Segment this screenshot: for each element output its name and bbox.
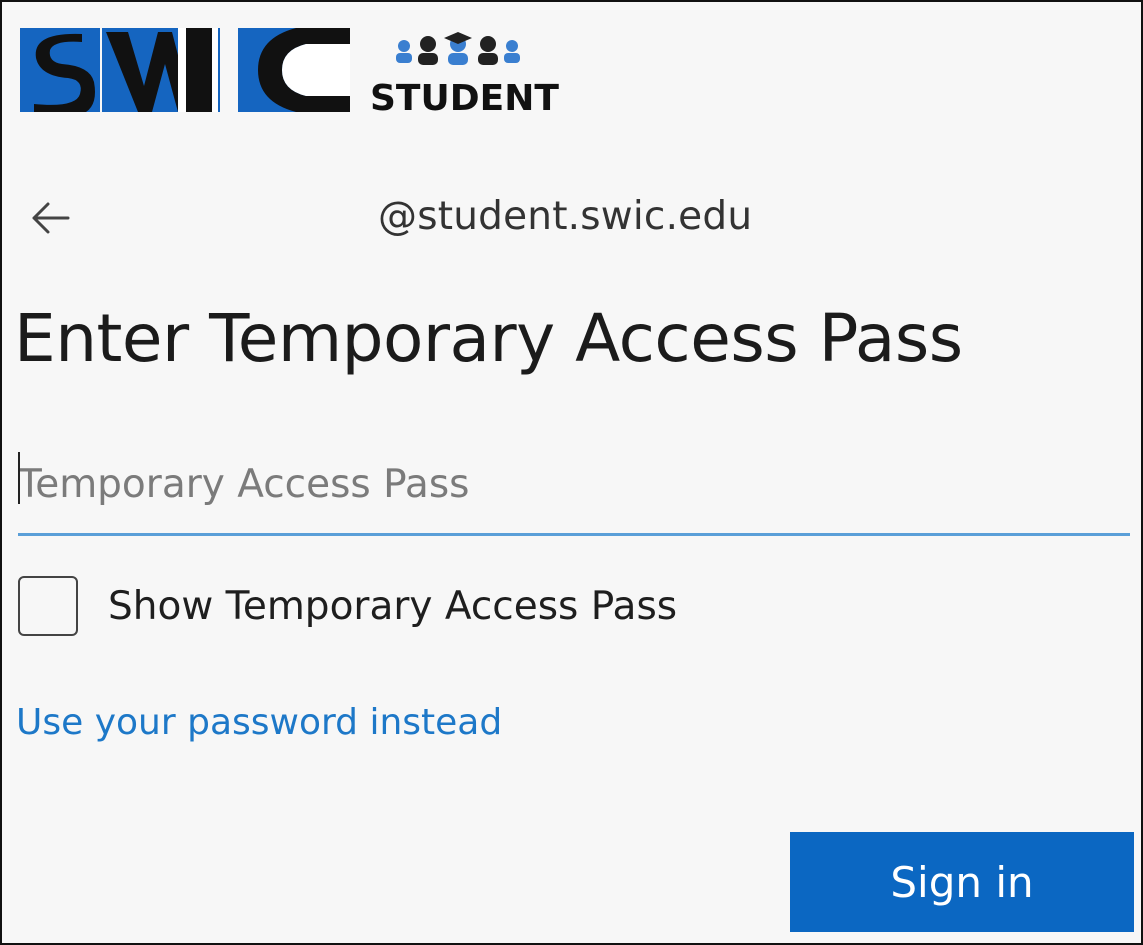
back-button[interactable] <box>28 198 72 238</box>
temporary-access-pass-input[interactable] <box>18 442 1130 536</box>
show-pass-label[interactable]: Show Temporary Access Pass <box>108 584 677 629</box>
page-title: Enter Temporary Access Pass <box>14 300 963 377</box>
sign-in-panel: STUDENT @student.swic.edu Enter Temporar… <box>0 0 1143 945</box>
account-identity: @student.swic.edu <box>378 194 753 239</box>
arrow-left-icon <box>32 202 70 234</box>
use-password-link[interactable]: Use your password instead <box>16 702 502 743</box>
sign-in-button[interactable]: Sign in <box>790 832 1134 932</box>
show-pass-checkbox[interactable] <box>18 576 78 636</box>
temporary-access-pass-field <box>18 442 1130 538</box>
students-group-icon <box>396 32 520 65</box>
swic-wordmark <box>20 28 350 112</box>
logo-student-text: STUDENT <box>370 78 559 116</box>
text-caret <box>18 452 20 504</box>
swic-student-logo: STUDENT <box>20 28 559 116</box>
